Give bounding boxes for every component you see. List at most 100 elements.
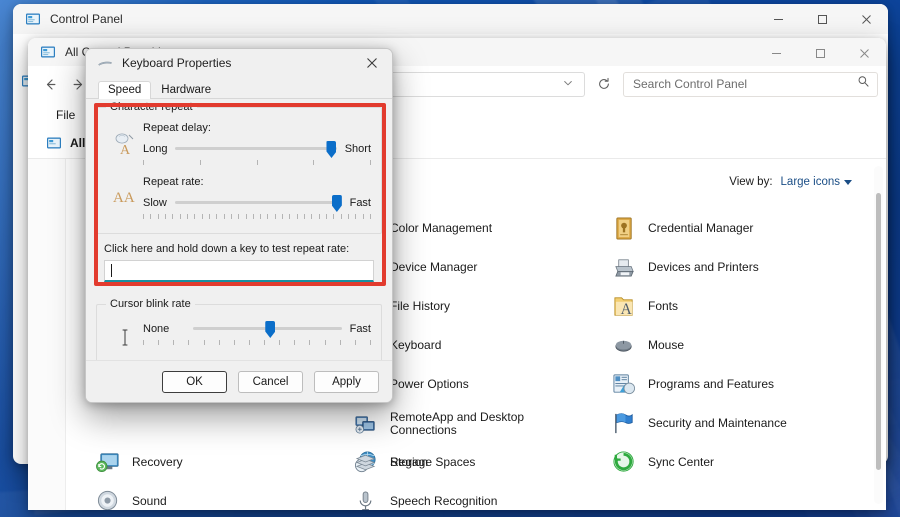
- test-field-label: Click here and hold down a key to test r…: [104, 243, 350, 255]
- slider-tick: [289, 214, 291, 219]
- apply-button[interactable]: Apply: [314, 370, 379, 393]
- slider-tick: [326, 214, 328, 219]
- back-arrow-icon[interactable]: [36, 71, 64, 97]
- chevron-down-icon[interactable]: [844, 179, 852, 185]
- control-panel-item-label: Credential Manager: [648, 221, 754, 235]
- svg-text:A: A: [120, 143, 131, 156]
- repeat-delay-title: Repeat delay:: [143, 122, 211, 134]
- close-icon[interactable]: [352, 49, 392, 77]
- control-panel-item[interactable]: Sound: [96, 482, 354, 510]
- slider-thumb[interactable]: [331, 195, 342, 212]
- slider-tick: [264, 340, 266, 345]
- minimize-button[interactable]: [756, 4, 800, 34]
- slider-tick: [188, 340, 190, 345]
- text-caret: [111, 264, 112, 277]
- slider-tick: [370, 160, 371, 165]
- slider-tick: [223, 214, 225, 219]
- control-panel-item[interactable]: A Fonts: [612, 287, 870, 326]
- keyboard-properties-dialog[interactable]: Keyboard Properties Speed Hardware Chara…: [85, 48, 393, 403]
- minimize-button[interactable]: [754, 38, 798, 68]
- slider-tick: [304, 214, 306, 219]
- control-panel-item[interactable]: Speech Recognition: [354, 482, 612, 510]
- repeat-delay-slider[interactable]: [175, 139, 337, 159]
- slider-tick: [216, 214, 218, 219]
- vertical-scrollbar[interactable]: [874, 166, 883, 504]
- slider-tick: [354, 340, 356, 345]
- cursor-blink-slider[interactable]: [193, 319, 342, 339]
- dialog-buttons[interactable]: OK Cancel Apply: [86, 360, 392, 402]
- repeat-delay-row: A Repeat delay: Long Short: [107, 122, 371, 168]
- cursor-blink-max-label: Fast: [349, 323, 371, 335]
- repeat-rate-icon: AA: [107, 176, 143, 210]
- maximize-button[interactable]: [798, 38, 842, 68]
- repeat-rate-slider[interactable]: [174, 193, 342, 213]
- refresh-icon[interactable]: [591, 71, 617, 97]
- control-panel-item-label: Devices and Printers: [648, 260, 759, 274]
- control-panel-item[interactable]: Programs and Features: [612, 365, 870, 404]
- control-panel-item[interactable]: Devices and Printers: [612, 248, 870, 287]
- close-button[interactable]: [842, 38, 886, 68]
- outer-titlebar[interactable]: Control Panel: [13, 4, 888, 34]
- control-panel-item-label: Storage Spaces: [390, 455, 476, 469]
- search-input[interactable]: Search Control Panel: [623, 71, 878, 97]
- character-repeat-group: Character repeat A Repeat delay: Long Sh…: [96, 101, 382, 234]
- view-by-value[interactable]: Large icons: [781, 176, 852, 188]
- sync-center-icon: [612, 450, 637, 475]
- repeat-rate-min-label: Slow: [143, 197, 167, 209]
- cursor-blink-rate-label: Cursor blink rate: [106, 298, 195, 310]
- slider-tick: [339, 340, 341, 345]
- control-panel-item-label: Speech Recognition: [390, 494, 498, 508]
- slider-tick: [274, 214, 276, 219]
- test-repeat-rate-input[interactable]: [104, 260, 374, 282]
- slider-tick: [173, 340, 175, 345]
- repeat-rate-row: AA Repeat rate: Slow Fast: [107, 176, 371, 222]
- control-panel-item[interactable]: Credential Manager: [612, 209, 870, 248]
- control-panel-item[interactable]: Security and Maintenance: [612, 404, 870, 443]
- slider-tick: [333, 214, 335, 219]
- cursor-blink-rate-group: Cursor blink rate None Fast: [96, 298, 382, 366]
- control-panel-item[interactable]: RemoteApp and Desktop Connections: [354, 404, 612, 443]
- slider-thumb[interactable]: [326, 141, 337, 158]
- control-panel-item[interactable]: Recovery: [96, 443, 354, 482]
- slider-tick: [340, 214, 342, 219]
- slider-tick: [313, 160, 315, 165]
- slider-tick: [248, 340, 250, 345]
- repeat-rate-title: Repeat rate:: [143, 176, 204, 188]
- control-panel-item[interactable]: Mouse: [612, 326, 870, 365]
- search-icon[interactable]: [857, 75, 870, 93]
- tab-speed[interactable]: Speed: [98, 81, 152, 99]
- slider-track[interactable]: [175, 147, 337, 150]
- ok-button[interactable]: OK: [162, 370, 227, 393]
- close-button[interactable]: [844, 4, 888, 34]
- search-placeholder: Search Control Panel: [633, 77, 748, 91]
- dialog-tabs[interactable]: Speed Hardware: [86, 77, 392, 99]
- slider-tick: [370, 340, 371, 345]
- slider-tick: [230, 214, 232, 219]
- control-panel-item-label: Sync Center: [648, 455, 715, 469]
- menu-item-file[interactable]: File: [56, 108, 75, 122]
- slider-track[interactable]: [174, 201, 342, 204]
- slider-tick: [157, 214, 159, 219]
- dialog-titlebar[interactable]: Keyboard Properties: [86, 49, 392, 77]
- slider-tick: [279, 340, 281, 345]
- slider-tick: [199, 160, 201, 165]
- cancel-button[interactable]: Cancel: [238, 370, 303, 393]
- control-panel-item[interactable]: Sync Center: [612, 443, 870, 482]
- test-repeat-rate-group: Click here and hold down a key to test r…: [96, 243, 382, 295]
- svg-text:A: A: [621, 301, 632, 318]
- slider-tick: [203, 340, 205, 345]
- slider-tick: [201, 214, 203, 219]
- control-panel-item[interactable]: Storage Spaces: [354, 443, 612, 482]
- tab-hardware[interactable]: Hardware: [151, 81, 221, 99]
- slider-thumb[interactable]: [265, 321, 276, 338]
- inner-window-buttons[interactable]: [754, 38, 886, 68]
- maximize-button[interactable]: [800, 4, 844, 34]
- scrollbar-thumb[interactable]: [876, 193, 881, 471]
- slider-tick: [179, 214, 181, 219]
- repeat-rate-max-label: Fast: [349, 197, 371, 209]
- slider-tick: [318, 214, 320, 219]
- view-by-control[interactable]: View by: Large icons: [729, 176, 852, 188]
- outer-window-buttons[interactable]: [756, 4, 888, 34]
- chevron-down-icon[interactable]: [556, 77, 580, 91]
- control-panel-item-label: RemoteApp and Desktop Connections: [390, 409, 525, 437]
